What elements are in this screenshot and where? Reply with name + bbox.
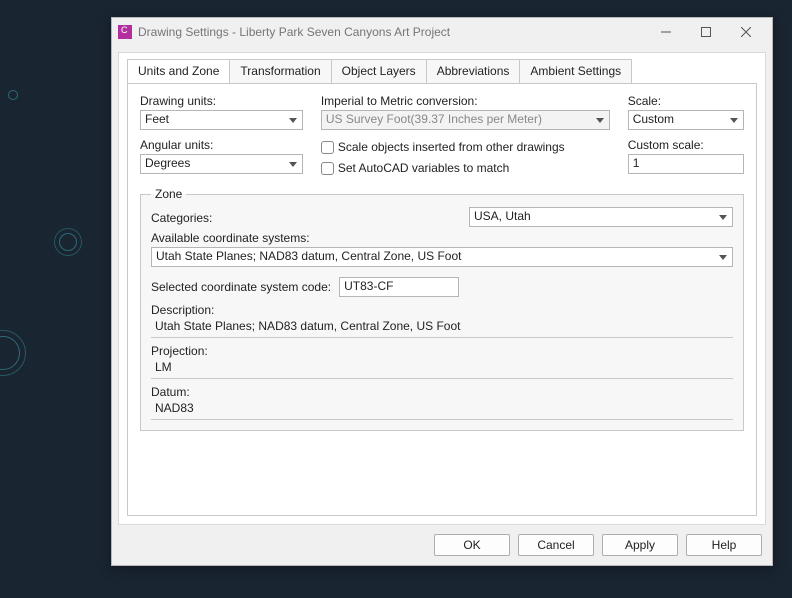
set-autocad-label: Set AutoCAD variables to match — [338, 161, 509, 175]
description-value: Utah State Planes; NAD83 datum, Central … — [151, 317, 733, 338]
zone-fieldset: Zone Categories: USA, Utah Available coo… — [140, 187, 744, 431]
selected-code-input[interactable]: UT83-CF — [339, 277, 459, 297]
categories-label: Categories: — [151, 211, 451, 225]
drawing-settings-window: Drawing Settings - Liberty Park Seven Ca… — [111, 17, 773, 566]
scale-objects-checkbox-row[interactable]: Scale objects inserted from other drawin… — [321, 138, 610, 156]
titlebar: Drawing Settings - Liberty Park Seven Ca… — [112, 18, 772, 46]
tab-object-layers[interactable]: Object Layers — [331, 59, 427, 83]
categories-select[interactable]: USA, Utah — [469, 207, 733, 227]
scale-objects-checkbox[interactable] — [321, 141, 334, 154]
window-title: Drawing Settings - Liberty Park Seven Ca… — [138, 25, 450, 39]
description-label: Description: — [151, 303, 733, 317]
close-icon — [741, 27, 751, 37]
client-area: Units and Zone Transformation Object Lay… — [118, 52, 766, 525]
maximize-icon — [701, 27, 711, 37]
scale-objects-label: Scale objects inserted from other drawin… — [338, 140, 565, 154]
custom-scale-input[interactable]: 1 — [628, 154, 744, 174]
drawing-units-label: Drawing units: — [140, 94, 303, 108]
dialog-footer: OK Cancel Apply Help — [112, 525, 772, 565]
custom-scale-label: Custom scale: — [628, 138, 744, 152]
minimize-button[interactable] — [646, 18, 686, 46]
scale-label: Scale: — [628, 94, 744, 108]
cancel-button[interactable]: Cancel — [518, 534, 594, 556]
projection-label: Projection: — [151, 344, 733, 358]
decor-ring — [59, 233, 77, 251]
tab-units-zone[interactable]: Units and Zone — [127, 59, 230, 83]
close-button[interactable] — [726, 18, 766, 46]
app-icon — [118, 25, 132, 39]
apply-button[interactable]: Apply — [602, 534, 678, 556]
selected-code-label: Selected coordinate system code: — [151, 280, 331, 294]
decor-ring — [8, 90, 18, 100]
maximize-button[interactable] — [686, 18, 726, 46]
tab-ambient-settings[interactable]: Ambient Settings — [519, 59, 632, 83]
minimize-icon — [661, 27, 671, 37]
datum-value: NAD83 — [151, 399, 733, 420]
imperial-conversion-select[interactable]: US Survey Foot(39.37 Inches per Meter) — [321, 110, 610, 130]
tab-transformation[interactable]: Transformation — [229, 59, 331, 83]
set-autocad-checkbox-row[interactable]: Set AutoCAD variables to match — [321, 159, 610, 177]
angular-units-label: Angular units: — [140, 138, 303, 152]
available-systems-select[interactable]: Utah State Planes; NAD83 datum, Central … — [151, 247, 733, 267]
imperial-conversion-label: Imperial to Metric conversion: — [321, 94, 610, 108]
angular-units-select[interactable]: Degrees — [140, 154, 303, 174]
units-zone-panel: Drawing units: Feet Imperial to Metric c… — [127, 83, 757, 516]
set-autocad-checkbox[interactable] — [321, 162, 334, 175]
help-button[interactable]: Help — [686, 534, 762, 556]
tab-abbreviations[interactable]: Abbreviations — [426, 59, 521, 83]
zone-legend: Zone — [151, 187, 186, 201]
projection-value: LM — [151, 358, 733, 379]
datum-label: Datum: — [151, 385, 733, 399]
scale-select[interactable]: Custom — [628, 110, 744, 130]
available-systems-label: Available coordinate systems: — [151, 231, 733, 245]
ok-button[interactable]: OK — [434, 534, 510, 556]
drawing-units-select[interactable]: Feet — [140, 110, 303, 130]
tab-strip: Units and Zone Transformation Object Lay… — [119, 53, 765, 83]
